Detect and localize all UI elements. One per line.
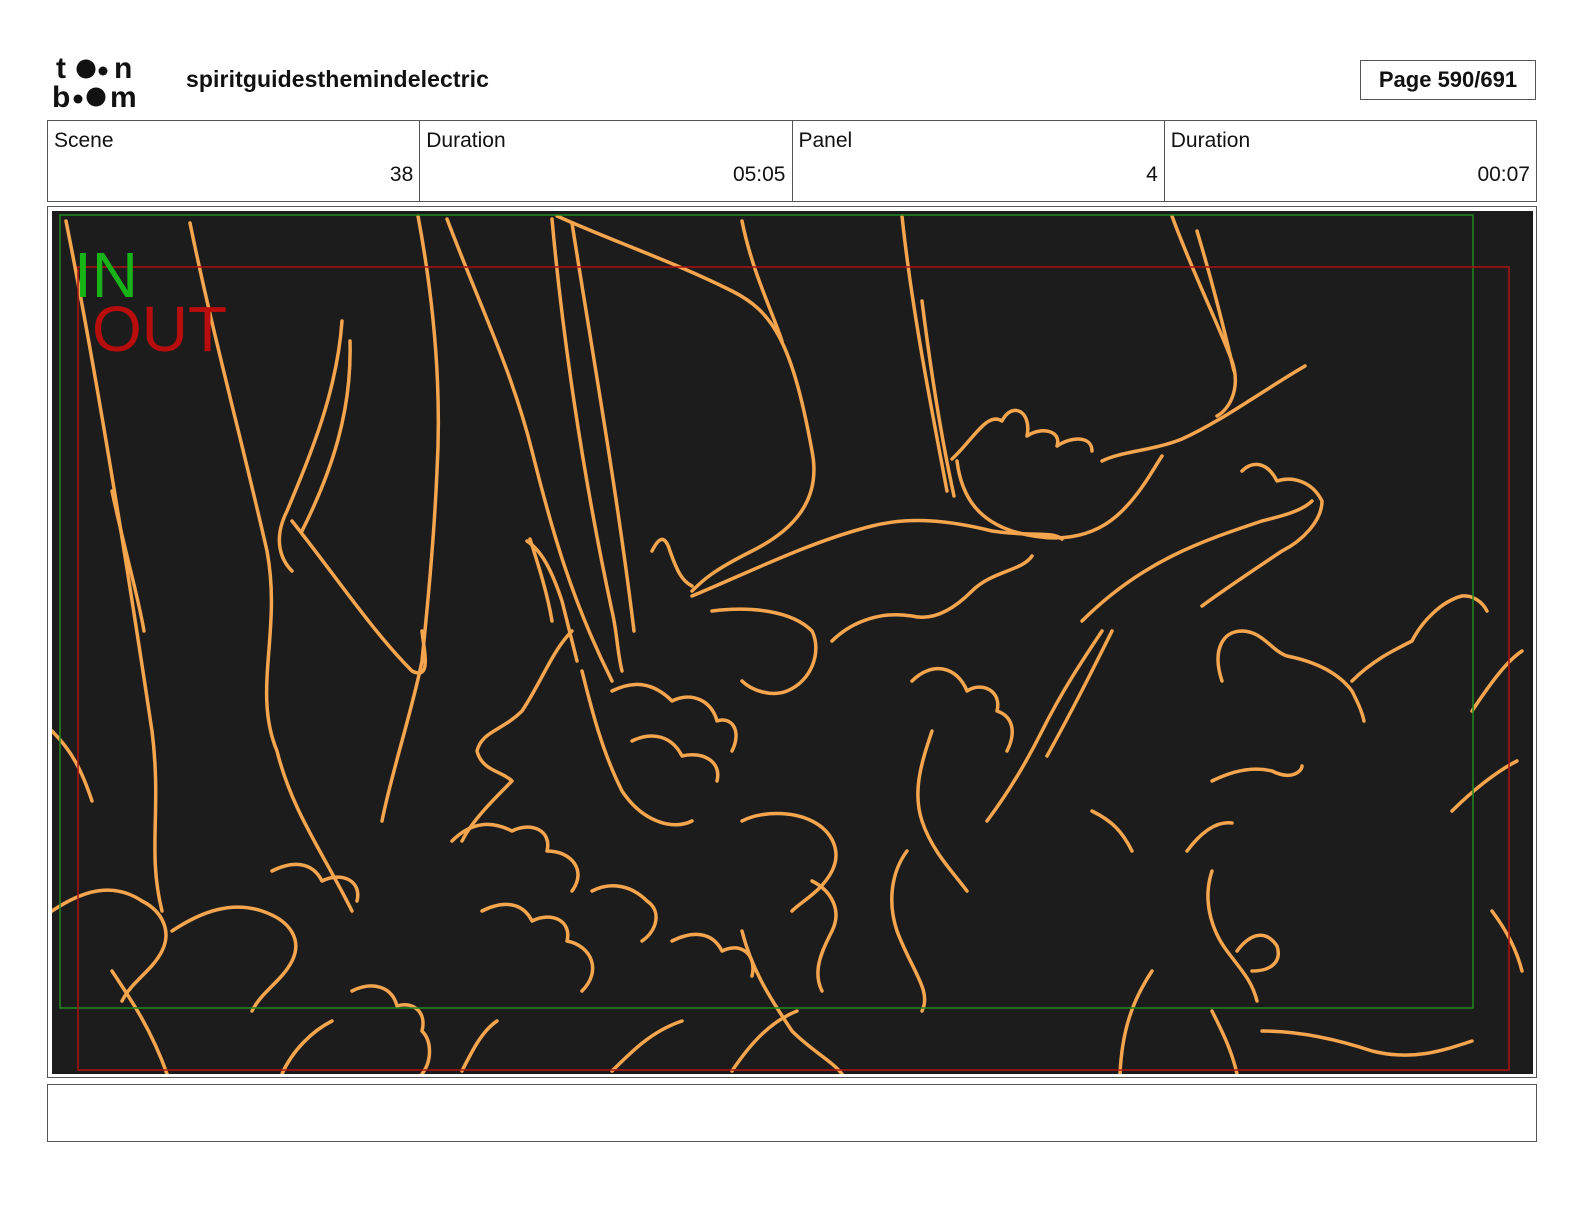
- svg-text:m: m: [110, 81, 137, 112]
- panel-duration-label: Duration: [1170, 129, 1251, 152]
- scene-info-table: Scene 38 Duration 05:05 Panel 4 Duration…: [47, 120, 1537, 202]
- panel-notes-box: [47, 1084, 1537, 1142]
- scene-cell: Scene 38: [48, 121, 421, 201]
- project-title: spiritguidesthemindelectric: [186, 66, 490, 92]
- svg-text:b: b: [52, 81, 70, 112]
- scene-duration-cell: Duration 05:05: [420, 121, 793, 201]
- toon-boom-logo: t n b m: [52, 52, 164, 114]
- scene-value: 38: [389, 163, 414, 186]
- panel-cell: Panel 4: [793, 121, 1165, 201]
- scene-duration-label: Duration: [426, 129, 506, 152]
- panel-value: 4: [1146, 163, 1158, 186]
- storyboard-panel-image: IN OUT: [52, 211, 1533, 1074]
- panel-duration-value: 00:07: [1477, 163, 1530, 186]
- panel-sketch: [52, 214, 1524, 1074]
- panel-duration-cell: Duration 00:07: [1165, 121, 1536, 201]
- scene-label: Scene: [54, 129, 114, 152]
- panel-label: Panel: [798, 129, 853, 152]
- page-indicator: Page 590/691: [1360, 60, 1536, 100]
- scene-duration-value: 05:05: [732, 163, 786, 186]
- out-frame-label: OUT: [92, 293, 228, 365]
